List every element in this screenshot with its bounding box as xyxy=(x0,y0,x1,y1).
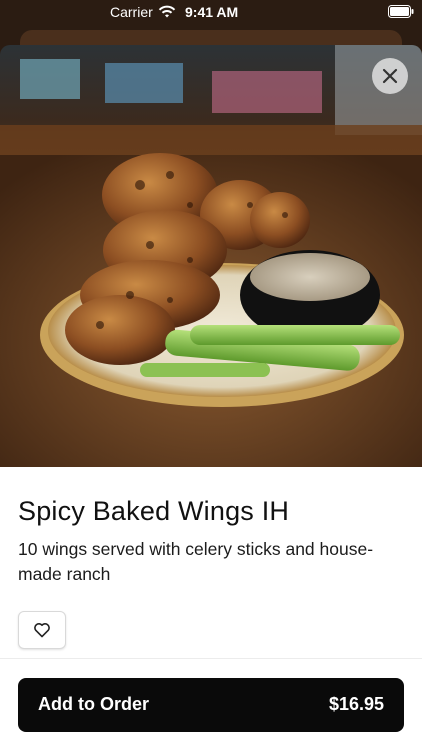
carrier-label: Carrier xyxy=(110,4,153,20)
close-button[interactable] xyxy=(372,58,408,94)
order-price: $16.95 xyxy=(328,694,384,714)
add-to-order-button[interactable]: Add to Order $16.95 xyxy=(18,678,404,732)
close-icon xyxy=(382,68,398,84)
item-title: Spicy Baked Wings IH xyxy=(18,496,290,526)
item-description: 10 wings served with celery sticks and h… xyxy=(18,539,374,584)
battery-icon xyxy=(388,5,414,18)
item-photo xyxy=(0,45,422,467)
heart-icon xyxy=(34,623,50,638)
favorite-button[interactable] xyxy=(18,611,66,649)
item-details-panel: Spicy Baked Wings IH 10 wings served wit… xyxy=(0,467,422,750)
wifi-icon xyxy=(158,5,176,19)
clock-label: 9:41 AM xyxy=(185,4,239,20)
item-detail-screen: Carrier 9:41 AM Spicy Baked Wings IH 10 … xyxy=(0,0,422,750)
divider xyxy=(0,658,422,659)
add-to-order-label: Add to Order xyxy=(38,694,149,714)
status-bar: Carrier 9:41 AM xyxy=(0,0,422,24)
